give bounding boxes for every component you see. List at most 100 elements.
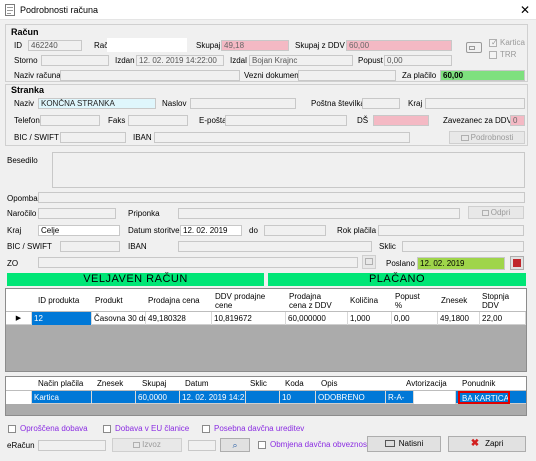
payments-grid[interactable]: Način plačila Znesek Skupaj Datum Sklic … [5,376,527,416]
oprostena-checkbox[interactable] [8,425,16,433]
sklic-label: Sklic [379,242,396,251]
skupaj-ddv-field[interactable]: 60,00 [346,40,452,51]
ds-field[interactable] [373,115,429,126]
col-prodajna-cena[interactable]: Prodajna cena [146,295,212,306]
bic-stranka-label: BIC / SWIFT [14,133,59,142]
faks-label: Faks [108,116,126,125]
storno-field[interactable] [41,55,109,66]
obmjena-checkbox[interactable] [258,441,266,449]
col-ddv-prodajne[interactable]: DDV prodajne cene [213,291,275,311]
kartica-checkbox[interactable]: ✓ [489,38,498,47]
col-pay-koda[interactable]: Koda [283,378,306,389]
calendar-button[interactable] [362,255,376,269]
natisni-button[interactable]: Natisni [367,436,441,452]
naslov-field[interactable] [190,98,296,109]
pay-cell-znesek [92,391,136,404]
posebna-label: Posebna davčna ureditev [214,424,305,433]
col-kolicina[interactable]: Količina [348,295,392,306]
col-pay-skupaj[interactable]: Skupaj [140,378,168,389]
pay-cell-ponudnik: BA KARTICA [458,391,510,404]
col-pay-ponudnik[interactable]: Ponudnik [460,378,497,389]
col-pay-znesek[interactable]: Znesek [95,378,125,389]
kraj-field[interactable]: Celje [38,225,120,236]
iban-stranka-field[interactable] [154,132,410,143]
poslano-field[interactable]: 12. 02. 2019 [417,257,505,270]
naziv-field[interactable]: KONČNA STRANKA [38,98,156,109]
col-popust[interactable]: Popust % [393,291,429,311]
popust-field[interactable]: 0,00 [384,55,452,66]
dobava-eu-checkbox[interactable] [103,425,111,433]
search-icon: ⌕ [232,440,238,450]
vezni-field[interactable] [298,70,396,81]
priponka-field[interactable] [178,208,460,219]
pay-cell-datum: 12. 02. 2019 14:21 [182,391,246,404]
col-pay-sklic[interactable]: Sklic [248,378,269,389]
eposta-field[interactable] [225,115,347,126]
bic-stranka-field[interactable] [60,132,126,143]
close-icon[interactable]: ✕ [518,3,532,17]
col-pay-avtorizacija[interactable]: Avtorizacija [404,378,449,389]
zo-field[interactable] [38,257,358,268]
izvoz-button[interactable]: Izvoz [112,438,182,452]
eracun-field[interactable] [38,440,106,451]
besedilo-label: Besedilo [7,156,38,165]
table-row[interactable]: ▶ 12 Časovna 30 dni 49,180328 10,819672 … [6,312,526,325]
status-color-button[interactable] [510,256,524,270]
cell-prodajna-ddv: 60,000000 [286,312,348,325]
cell-produkt: Časovna 30 dni [94,312,146,325]
bic-field[interactable] [60,241,120,252]
placano-banner: PLAČANO [268,273,526,286]
id-field[interactable]: 462240 [28,40,82,51]
odpri-button[interactable]: Odpri [468,206,524,219]
narocilo-field[interactable] [38,208,116,219]
za-placilo-label: Za plačilo [402,71,437,80]
payment-row[interactable]: Kartica 60,0000 12. 02. 2019 14:21 10 OD… [6,391,526,404]
eracun-search-field[interactable] [188,440,216,451]
telefon-field[interactable] [40,115,100,126]
zavezanec-field[interactable]: 0 [510,115,525,126]
opomba-field[interactable] [38,192,525,203]
izdal-field[interactable]: Bojan Krajnc [249,55,353,66]
col-produkt[interactable]: Produkt [93,295,145,306]
kraj-label: Kraj [7,226,22,235]
naziv-label: Naziv [14,99,35,108]
search-button[interactable]: ⌕ [220,438,250,452]
posebna-checkbox[interactable] [202,425,210,433]
col-nacin-placila[interactable]: Način plačila [36,378,85,389]
rac-field[interactable] [107,38,187,52]
col-id-produkta[interactable]: ID produkta [36,295,92,306]
faks-field[interactable] [128,115,188,126]
col-stopnja-ddv[interactable]: Stopnja DDV [480,291,516,311]
izdan-field[interactable]: 12. 02. 2019 14:22:00 [136,55,224,66]
telefon-label: Telefon [14,116,40,125]
col-pay-opis[interactable]: Opis [319,378,339,389]
col-prodajna-ddv[interactable]: Prodajna cena z DDV [287,291,341,311]
poslano-label: Poslano [386,259,415,268]
skupaj-field[interactable]: 49,18 [221,40,289,51]
izdan-label: Izdan [115,56,135,65]
iban-field[interactable] [178,241,372,252]
cell-ddv-prodajne: 10,819672 [212,312,286,325]
podrobnosti-button[interactable]: Podrobnosti [449,131,525,144]
postna-field[interactable] [362,98,400,109]
row-indicator: ▶ [6,312,32,325]
cell-kolicina: 1,000 [348,312,392,325]
kraj-stranka-label: Kraj [408,99,423,108]
rok-label: Rok plačila [337,226,377,235]
za-placilo-field[interactable]: 60,00 [440,70,525,81]
ds-label: DŠ [357,116,369,125]
do-field[interactable] [264,225,326,236]
naziv-racuna-field[interactable] [60,70,240,81]
items-header: ID produkta Produkt Prodajna cena DDV pr… [6,289,526,312]
cell-popust: 0,00 [392,312,438,325]
col-pay-datum[interactable]: Datum [183,378,211,389]
datum-storitve-field[interactable]: 12. 02. 2019 [180,225,242,236]
kraj-stranka-field[interactable] [425,98,525,109]
items-grid[interactable]: ID produkta Produkt Prodajna cena DDV pr… [5,288,527,372]
sklic-field[interactable] [402,241,524,252]
rok-field[interactable] [378,225,524,236]
col-znesek[interactable]: Znesek [439,295,479,306]
trr-checkbox[interactable] [489,51,497,59]
besedilo-field[interactable] [52,152,525,188]
zapri-button[interactable]: ✖ Zapri [448,436,526,452]
